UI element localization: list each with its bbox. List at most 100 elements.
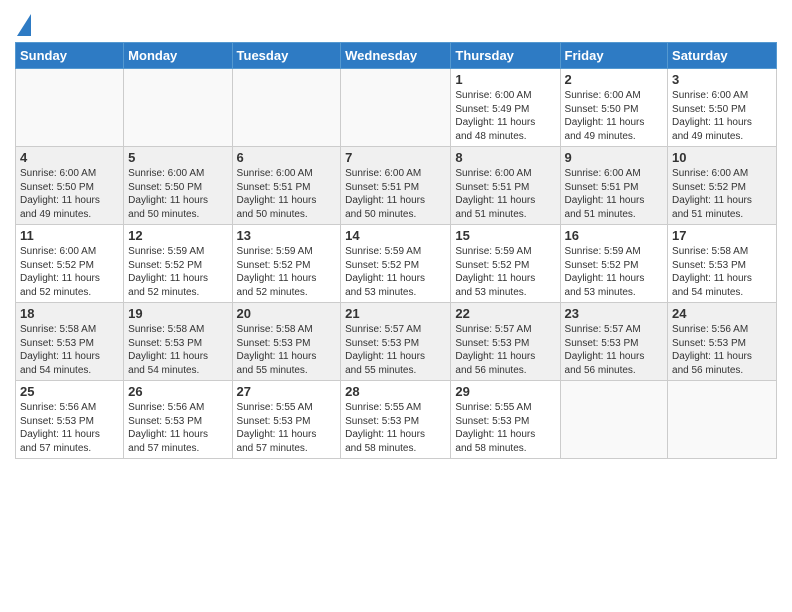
logo [15,18,31,36]
day-number: 6 [237,150,337,165]
day-info: Sunrise: 6:00 AM Sunset: 5:50 PM Dayligh… [672,89,772,143]
day-number: 7 [345,150,446,165]
calendar-cell: 26 Sunrise: 5:56 AM Sunset: 5:53 PM Dayli… [124,381,232,459]
calendar-week-row: 1 Sunrise: 6:00 AM Sunset: 5:49 PM Daylig… [16,69,777,147]
calendar-cell [124,69,232,147]
day-number: 15 [455,228,555,243]
calendar-cell [232,69,341,147]
calendar-cell: 15 Sunrise: 5:59 AM Sunset: 5:52 PM Dayli… [451,225,560,303]
day-number: 12 [128,228,227,243]
day-number: 17 [672,228,772,243]
calendar-cell: 24 Sunrise: 5:56 AM Sunset: 5:53 PM Dayli… [668,303,777,381]
calendar-cell: 2Sunrise: 6:00 AM Sunset: 5:50 PM Daylig… [560,69,668,147]
day-number: 26 [128,384,227,399]
calendar-cell: 27 Sunrise: 5:55 AM Sunset: 5:53 PM Dayli… [232,381,341,459]
day-number: 8 [455,150,555,165]
calendar-cell: 16 Sunrise: 5:59 AM Sunset: 5:52 PM Dayli… [560,225,668,303]
calendar-cell: 3 Sunrise: 6:00 AM Sunset: 5:50 PM Daylig… [668,69,777,147]
day-number: 27 [237,384,337,399]
calendar-cell: 25Sunrise: 5:56 AM Sunset: 5:53 PM Dayli… [16,381,124,459]
calendar-cell: 9 Sunrise: 6:00 AM Sunset: 5:51 PM Daylig… [560,147,668,225]
day-info: Sunrise: 5:58 AM Sunset: 5:53 PM Dayligh… [128,323,227,377]
day-number: 16 [565,228,664,243]
day-number: 18 [20,306,119,321]
calendar-cell: 19 Sunrise: 5:58 AM Sunset: 5:53 PM Dayli… [124,303,232,381]
day-info: Sunrise: 6:00 AM Sunset: 5:49 PM Dayligh… [455,89,555,143]
day-info: Sunrise: 5:58 AM Sunset: 5:53 PM Dayligh… [672,245,772,299]
calendar-cell [341,69,451,147]
day-info: Sunrise: 5:55 AM Sunset: 5:53 PM Dayligh… [237,401,337,455]
day-info: Sunrise: 6:00 AM Sunset: 5:51 PM Dayligh… [565,167,664,221]
day-info: Sunrise: 5:56 AM Sunset: 5:53 PM Dayligh… [128,401,227,455]
calendar-cell: 6 Sunrise: 6:00 AM Sunset: 5:51 PM Daylig… [232,147,341,225]
weekday-header: Tuesday [232,43,341,69]
day-info: Sunrise: 6:00 AM Sunset: 5:50 PM Dayligh… [20,167,119,221]
calendar-cell: 21Sunrise: 5:57 AM Sunset: 5:53 PM Dayli… [341,303,451,381]
calendar-week-row: 11 Sunrise: 6:00 AM Sunset: 5:52 PM Dayli… [16,225,777,303]
calendar-cell: 18 Sunrise: 5:58 AM Sunset: 5:53 PM Dayli… [16,303,124,381]
day-number: 29 [455,384,555,399]
weekday-header: Thursday [451,43,560,69]
day-number: 11 [20,228,119,243]
calendar-cell: 4 Sunrise: 6:00 AM Sunset: 5:50 PM Daylig… [16,147,124,225]
calendar-cell: 13Sunrise: 5:59 AM Sunset: 5:52 PM Dayli… [232,225,341,303]
day-info: Sunrise: 5:58 AM Sunset: 5:53 PM Dayligh… [237,323,337,377]
day-number: 19 [128,306,227,321]
calendar-cell: 10 Sunrise: 6:00 AM Sunset: 5:52 PM Dayli… [668,147,777,225]
day-info: Sunrise: 6:00 AM Sunset: 5:51 PM Dayligh… [345,167,446,221]
calendar-cell: 12 Sunrise: 5:59 AM Sunset: 5:52 PM Dayli… [124,225,232,303]
day-info: Sunrise: 5:57 AM Sunset: 5:53 PM Dayligh… [565,323,664,377]
day-number: 10 [672,150,772,165]
day-number: 4 [20,150,119,165]
day-info: Sunrise: 6:00 AM Sunset: 5:51 PM Dayligh… [455,167,555,221]
day-number: 25 [20,384,119,399]
calendar-cell: 7 Sunrise: 6:00 AM Sunset: 5:51 PM Daylig… [341,147,451,225]
day-info: Sunrise: 6:00 AM Sunset: 5:50 PM Dayligh… [565,89,664,143]
day-number: 5 [128,150,227,165]
day-number: 21 [345,306,446,321]
day-info: Sunrise: 5:55 AM Sunset: 5:53 PM Dayligh… [345,401,446,455]
day-number: 22 [455,306,555,321]
weekday-header: Monday [124,43,232,69]
day-info: Sunrise: 6:00 AM Sunset: 5:52 PM Dayligh… [672,167,772,221]
day-info: Sunrise: 5:57 AM Sunset: 5:53 PM Dayligh… [455,323,555,377]
calendar-cell: 1 Sunrise: 6:00 AM Sunset: 5:49 PM Daylig… [451,69,560,147]
calendar-table: SundayMondayTuesdayWednesdayThursdayFrid… [15,42,777,459]
day-number: 9 [565,150,664,165]
weekday-header: Saturday [668,43,777,69]
weekday-header: Friday [560,43,668,69]
calendar-week-row: 18 Sunrise: 5:58 AM Sunset: 5:53 PM Dayli… [16,303,777,381]
day-number: 23 [565,306,664,321]
day-number: 20 [237,306,337,321]
day-number: 28 [345,384,446,399]
calendar-header-row: SundayMondayTuesdayWednesdayThursdayFrid… [16,43,777,69]
calendar-cell [668,381,777,459]
header [15,10,777,36]
calendar-week-row: 25 Sunrise: 5:56 AM Sunset: 5:53 PM Dayli… [16,381,777,459]
day-number: 24 [672,306,772,321]
day-info: Sunrise: 5:55 AM Sunset: 5:53 PM Dayligh… [455,401,555,455]
day-info: Sunrise: 6:00 AM Sunset: 5:52 PM Dayligh… [20,245,119,299]
day-number: 14 [345,228,446,243]
calendar-cell: 8 Sunrise: 6:00 AM Sunset: 5:51 PM Daylig… [451,147,560,225]
calendar-week-row: 4 Sunrise: 6:00 AM Sunset: 5:50 PM Daylig… [16,147,777,225]
weekday-header: Wednesday [341,43,451,69]
calendar-cell: 29 Sunrise: 5:55 AM Sunset: 5:53 PM Dayli… [451,381,560,459]
day-info: Sunrise: 5:59 AM Sunset: 5:52 PM Dayligh… [128,245,227,299]
calendar-cell: 17 Sunrise: 5:58 AM Sunset: 5:53 PM Dayli… [668,225,777,303]
day-number: 3 [672,72,772,87]
day-info: Sunrise: 5:59 AM Sunset: 5:52 PM Dayligh… [565,245,664,299]
day-info: Sunrise: 5:58 AM Sunset: 5:53 PM Dayligh… [20,323,119,377]
day-number: 13 [237,228,337,243]
day-number: 1 [455,72,555,87]
day-info: Sunrise: 5:56 AM Sunset: 5:53 PM Dayligh… [672,323,772,377]
day-info: Sunrise: 5:59 AM Sunset: 5:52 PM Dayligh… [455,245,555,299]
calendar-cell: 22 Sunrise: 5:57 AM Sunset: 5:53 PM Dayli… [451,303,560,381]
day-info: Sunrise: 6:00 AM Sunset: 5:51 PM Dayligh… [237,167,337,221]
calendar-cell: 23 Sunrise: 5:57 AM Sunset: 5:53 PM Dayli… [560,303,668,381]
day-info: Sunrise: 6:00 AM Sunset: 5:50 PM Dayligh… [128,167,227,221]
day-info: Sunrise: 5:59 AM Sunset: 5:52 PM Dayligh… [345,245,446,299]
calendar-cell: 20 Sunrise: 5:58 AM Sunset: 5:53 PM Dayli… [232,303,341,381]
calendar-cell [560,381,668,459]
weekday-header: Sunday [16,43,124,69]
